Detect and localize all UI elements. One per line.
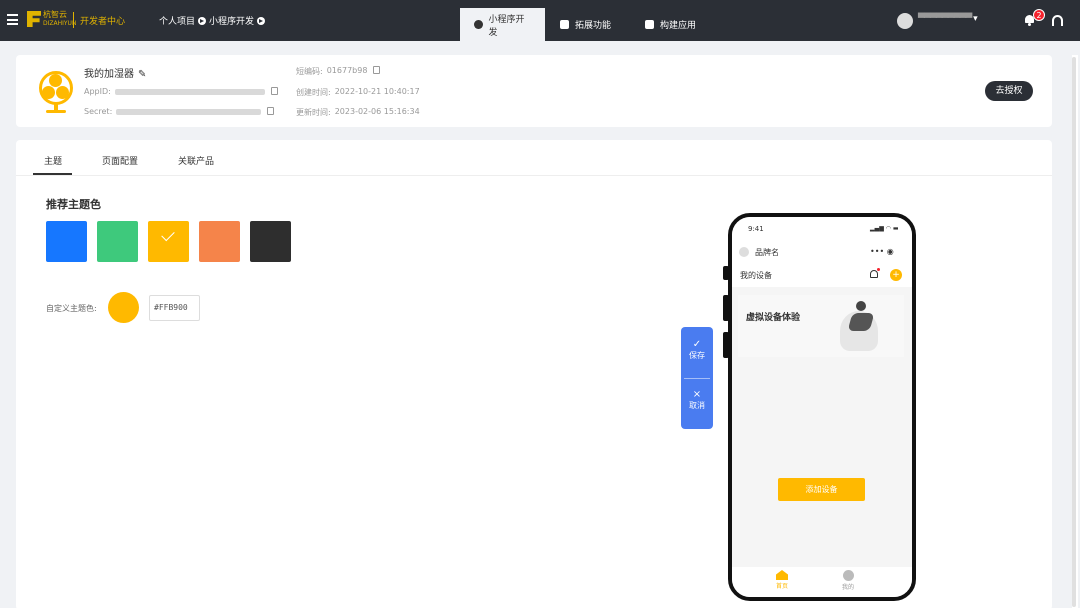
- brand-name: 品牌名: [755, 248, 779, 257]
- app-name: 我的加湿器 ✎: [84, 65, 146, 80]
- recommended-colors-title: 推荐主题色: [46, 198, 101, 211]
- phone-tab-bar: 首页 我的: [732, 567, 912, 597]
- tab-page-config[interactable]: 页面配置: [102, 154, 138, 167]
- updated-label: 更新时间:: [296, 108, 331, 117]
- short-code-label: 短编码:: [296, 67, 323, 76]
- phone-nav-me: 我的: [842, 570, 854, 591]
- caret-down-icon: ▾: [973, 14, 978, 24]
- swatch-blue[interactable]: [46, 221, 87, 262]
- tab-theme[interactable]: 主题: [44, 154, 62, 167]
- chevron-circle-icon: [198, 16, 207, 25]
- created-row: 创建时间: 2022-10-21 10:40:17: [296, 87, 420, 98]
- swatch-black[interactable]: [250, 221, 291, 262]
- updated-value: 2023-02-06 15:16:34: [334, 107, 420, 116]
- config-tabs: 主题 页面配置 关联产品: [16, 140, 1052, 176]
- logo-text: 杭智云: [43, 10, 67, 19]
- nav-home-label: 首页: [776, 583, 789, 590]
- chevron-circle-icon: [257, 16, 266, 25]
- palette-icon: [474, 20, 483, 29]
- app-info-card: 我的加湿器 ✎ AppID: Secret: 短编码: 01677b98 创建时间…: [16, 55, 1052, 127]
- nav-me-label: 我的: [842, 584, 855, 591]
- authorize-button[interactable]: 去授权: [985, 81, 1033, 101]
- extend-icon: [560, 20, 569, 29]
- virtual-device-banner: 虚拟设备体验: [738, 295, 904, 357]
- my-devices-title: 我的设备: [740, 271, 772, 280]
- check-icon: [161, 227, 175, 242]
- notification-badge: 2: [1033, 9, 1045, 21]
- home-icon: [776, 570, 788, 580]
- secret-value-redacted: [116, 109, 262, 115]
- created-label: 创建时间:: [296, 88, 331, 97]
- tab-miniprogram-dev[interactable]: 小程序开发: [460, 8, 545, 41]
- build-icon: [645, 20, 654, 29]
- updated-row: 更新时间: 2023-02-06 15:16:34: [296, 107, 420, 118]
- signal-wifi-battery-icon: ▂▄▆ ◠ ▬: [870, 225, 899, 232]
- capsule-menu-icon: ••• ◉: [870, 247, 894, 256]
- logo-icon: [27, 11, 41, 27]
- short-code-value: 01677b98: [326, 66, 368, 75]
- appid-label: AppID:: [84, 87, 111, 96]
- tab-label: 构建应用: [660, 21, 697, 31]
- tab-extend-features[interactable]: 拓展功能: [546, 8, 625, 41]
- phone-header: 品牌名 ••• ◉ 我的设备 +: [732, 237, 912, 287]
- active-tab-indicator: [33, 173, 72, 175]
- appid-row: AppID:: [84, 87, 278, 96]
- tab-label: 拓展功能: [575, 21, 612, 31]
- secret-row: Secret:: [84, 107, 275, 116]
- app-name-text: 我的加湿器: [84, 69, 134, 80]
- nav-label: 小程序开发: [209, 17, 255, 27]
- banner-title: 虚拟设备体验: [746, 313, 801, 323]
- custom-color-label: 自定义主题色:: [46, 304, 97, 313]
- developer-center-title[interactable]: 开发者中心: [80, 14, 125, 27]
- short-code-row: 短编码: 01677b98: [296, 66, 381, 77]
- user-menu[interactable]: ▀▀▀▀▀▀▀▀▀ ▾: [918, 14, 978, 24]
- created-value: 2022-10-21 10:40:17: [334, 87, 420, 96]
- logo-subtext: DIZAHIYUN: [43, 20, 77, 27]
- phone-status-bar: 9:41 ▂▄▆ ◠ ▬: [732, 217, 912, 237]
- nav-label: 个人项目: [159, 17, 196, 27]
- edit-icon[interactable]: ✎: [138, 69, 146, 80]
- cancel-button[interactable]: × 取消: [681, 379, 713, 430]
- logo-divider: [73, 12, 74, 28]
- phone-time: 9:41: [748, 225, 764, 233]
- brand-logo: [739, 247, 749, 257]
- copy-icon[interactable]: [270, 87, 278, 95]
- tab-build-app[interactable]: 构建应用: [631, 8, 710, 41]
- user-name: ▀▀▀▀▀▀▀▀▀: [918, 14, 972, 24]
- save-label: 保存: [689, 351, 705, 360]
- fan-icon: [39, 71, 73, 113]
- headset-icon[interactable]: [1052, 15, 1063, 26]
- nav-personal-projects[interactable]: 个人项目: [159, 14, 207, 27]
- avatar[interactable]: [897, 13, 913, 29]
- nav-miniprogram-dev[interactable]: 小程序开发: [209, 14, 266, 27]
- menu-icon[interactable]: [7, 14, 18, 25]
- tab-label: 小程序开发: [488, 14, 525, 38]
- add-device-button: 添加设备: [778, 478, 865, 501]
- top-navigation-bar: 杭智云 DIZAHIYUN 开发者中心 个人项目 小程序开发 小程序开发 拓展功…: [0, 0, 1080, 41]
- copy-icon[interactable]: [373, 66, 381, 74]
- bell-icon: [870, 268, 880, 278]
- person-head-illustration: [856, 301, 866, 311]
- copy-icon[interactable]: [267, 107, 275, 115]
- page-scrollbar[interactable]: [1072, 55, 1078, 608]
- float-action-panel: ✓ 保存 × 取消: [681, 327, 713, 429]
- appid-value-redacted: [114, 89, 265, 95]
- cancel-label: 取消: [689, 401, 705, 410]
- check-icon: ✓: [692, 339, 702, 350]
- close-icon: ×: [692, 389, 702, 400]
- phone-nav-home: 首页: [776, 570, 788, 590]
- user-icon: [842, 570, 854, 581]
- custom-color-picker[interactable]: [108, 292, 139, 323]
- swatch-yellow[interactable]: [148, 221, 189, 262]
- swatch-orange[interactable]: [199, 221, 240, 262]
- add-icon: +: [890, 269, 902, 281]
- custom-color-input[interactable]: #FFB900: [149, 295, 200, 321]
- phone-preview: 9:41 ▂▄▆ ◠ ▬ 品牌名 ••• ◉ 我的设备 + 虚拟设备体验 添加设…: [728, 213, 916, 601]
- secret-label: Secret:: [84, 107, 113, 116]
- swatch-green[interactable]: [97, 221, 138, 262]
- save-button[interactable]: ✓ 保存: [681, 327, 713, 378]
- tab-related-products[interactable]: 关联产品: [178, 154, 214, 167]
